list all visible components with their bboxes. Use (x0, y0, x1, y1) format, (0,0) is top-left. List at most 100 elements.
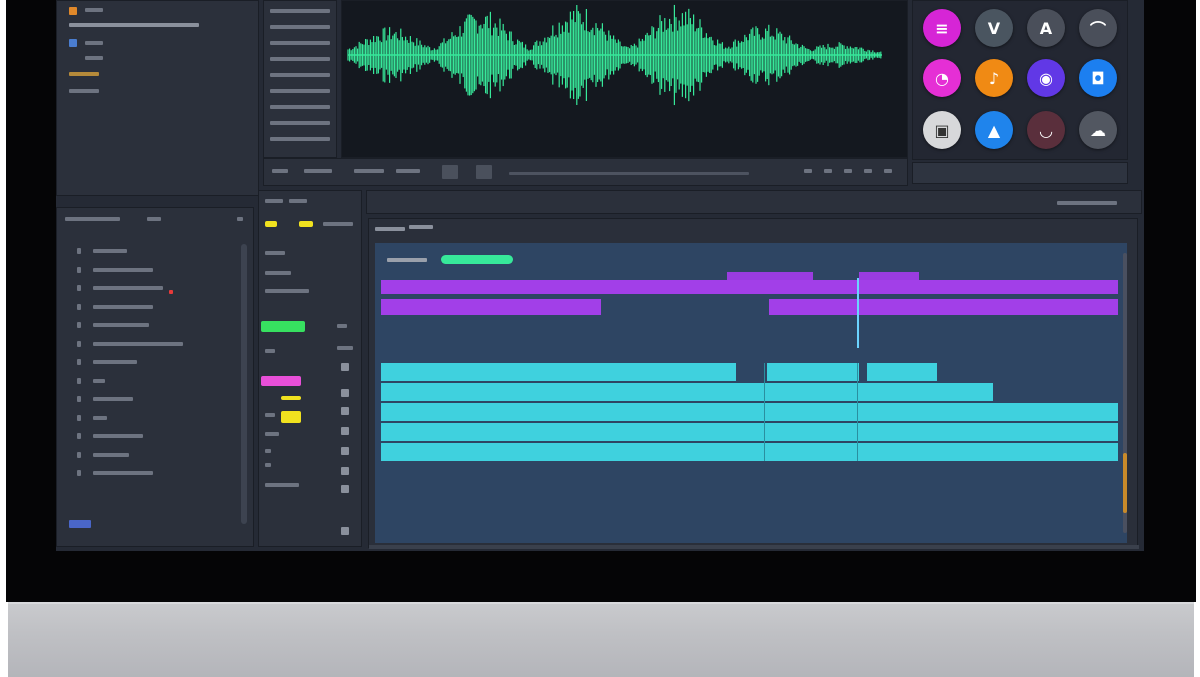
transport-button[interactable] (884, 169, 892, 173)
track-row[interactable] (93, 434, 143, 438)
arrangement-tab[interactable] (409, 225, 433, 229)
zoom-controls[interactable] (1057, 201, 1117, 205)
arrangement-panel (368, 218, 1139, 549)
track-row[interactable] (93, 267, 153, 272)
channel-row[interactable] (270, 73, 330, 77)
blue-app-icon[interactable]: ◘ (1079, 59, 1117, 97)
purple-clip[interactable] (381, 280, 1118, 294)
track-row[interactable] (93, 415, 107, 420)
track-list-header (65, 217, 120, 221)
cloud-app-icon[interactable]: ▲ (975, 111, 1013, 149)
cyan-clip[interactable] (381, 383, 993, 401)
channel-row[interactable] (270, 9, 330, 13)
inspector-label (265, 251, 285, 255)
purple-clip[interactable] (727, 272, 813, 280)
cyan-clip[interactable] (381, 403, 1118, 421)
folder-icon (69, 7, 77, 15)
track-number (77, 433, 81, 439)
browser-row[interactable] (85, 8, 103, 12)
channel-row[interactable] (270, 25, 330, 29)
cyan-clip[interactable] (767, 363, 859, 381)
cyan-clip[interactable] (381, 423, 1118, 441)
a-app-icon[interactable]: A (1027, 9, 1065, 47)
folder-icon[interactable] (69, 520, 91, 528)
messenger-icon[interactable]: ≡ (923, 9, 961, 47)
browser-row[interactable] (85, 41, 103, 45)
browser-row[interactable] (69, 89, 99, 93)
track-row[interactable] (93, 397, 133, 401)
position-slider[interactable] (509, 172, 749, 175)
purple-app-icon[interactable]: ◉ (1027, 59, 1065, 97)
horizontal-scrollbar[interactable] (369, 545, 1139, 549)
browser-row[interactable] (69, 23, 199, 27)
green-swatch[interactable] (261, 321, 305, 332)
transport-button[interactable] (804, 169, 812, 173)
pink-app-icon[interactable]: ◔ (923, 59, 961, 97)
track-icon[interactable] (341, 467, 349, 475)
plugin-icon-grid: ≡ V A ⌒ ◔ ♪ ◉ ◘ ▣ ▲ ◡ ☁ (912, 0, 1128, 160)
track-row[interactable] (93, 341, 183, 346)
inspector-label (265, 349, 275, 353)
daw-screen: ≡ V A ⌒ ◔ ♪ ◉ ◘ ▣ ▲ ◡ ☁ (56, 0, 1144, 551)
transport-button[interactable] (824, 169, 832, 173)
yellow-swatch[interactable] (281, 396, 301, 400)
channel-row[interactable] (270, 121, 330, 125)
yellow-swatch[interactable] (281, 411, 301, 423)
inspector-label (289, 199, 307, 203)
track-number (77, 396, 81, 402)
vine-icon[interactable]: V (975, 9, 1013, 47)
track-icon[interactable] (341, 389, 349, 397)
purple-clip[interactable] (859, 272, 919, 280)
track-row[interactable] (93, 452, 129, 457)
orange-app-icon[interactable]: ♪ (975, 59, 1013, 97)
track-number (77, 248, 81, 254)
track-icon[interactable] (341, 363, 349, 371)
record-button[interactable] (442, 165, 458, 179)
inspector-label (265, 199, 283, 203)
track-row[interactable] (93, 286, 163, 290)
channel-row[interactable] (270, 41, 330, 45)
gray-app-icon[interactable]: ▣ (923, 111, 961, 149)
transport-button[interactable] (272, 169, 288, 173)
track-icon[interactable] (341, 427, 349, 435)
playhead[interactable] (857, 278, 859, 348)
track-row[interactable] (93, 304, 153, 309)
track-row[interactable] (93, 323, 149, 327)
checkbox-icon[interactable] (69, 39, 77, 47)
track-number (77, 451, 81, 458)
magenta-swatch[interactable] (261, 376, 301, 386)
track-list-scrollbar[interactable] (241, 244, 247, 524)
channel-row[interactable] (270, 57, 330, 61)
yellow-swatch[interactable] (299, 221, 313, 227)
track-icon[interactable] (341, 407, 349, 415)
track-icon[interactable] (341, 447, 349, 455)
cyan-clip[interactable] (381, 443, 1118, 461)
loop-button[interactable] (476, 165, 492, 179)
transport-button[interactable] (864, 169, 872, 173)
red-app-icon[interactable]: ◡ (1027, 111, 1065, 149)
track-row[interactable] (93, 249, 127, 253)
track-row[interactable] (93, 471, 153, 475)
track-icon[interactable] (341, 485, 349, 493)
cloud-gray-icon[interactable]: ☁ (1079, 111, 1117, 149)
browser-row[interactable] (69, 72, 99, 76)
channel-row[interactable] (270, 105, 330, 109)
transport-button[interactable] (396, 169, 420, 173)
track-row[interactable] (93, 378, 105, 383)
track-icon[interactable] (341, 527, 349, 535)
track-row[interactable] (93, 360, 137, 364)
channel-row[interactable] (270, 89, 330, 93)
transport-button[interactable] (304, 169, 332, 173)
arc-app-icon[interactable]: ⌒ (1079, 9, 1117, 47)
cyan-clip[interactable] (867, 363, 937, 381)
timeline-scroll-thumb[interactable] (1123, 453, 1127, 513)
close-icon[interactable] (237, 217, 243, 221)
arrangement-tab[interactable] (375, 227, 405, 231)
yellow-swatch[interactable] (265, 221, 277, 227)
transport-button[interactable] (354, 169, 384, 173)
browser-row[interactable] (85, 56, 103, 60)
cyan-clip[interactable] (381, 363, 736, 381)
transport-button[interactable] (844, 169, 852, 173)
channel-row[interactable] (270, 137, 330, 141)
green-region[interactable] (441, 255, 513, 264)
